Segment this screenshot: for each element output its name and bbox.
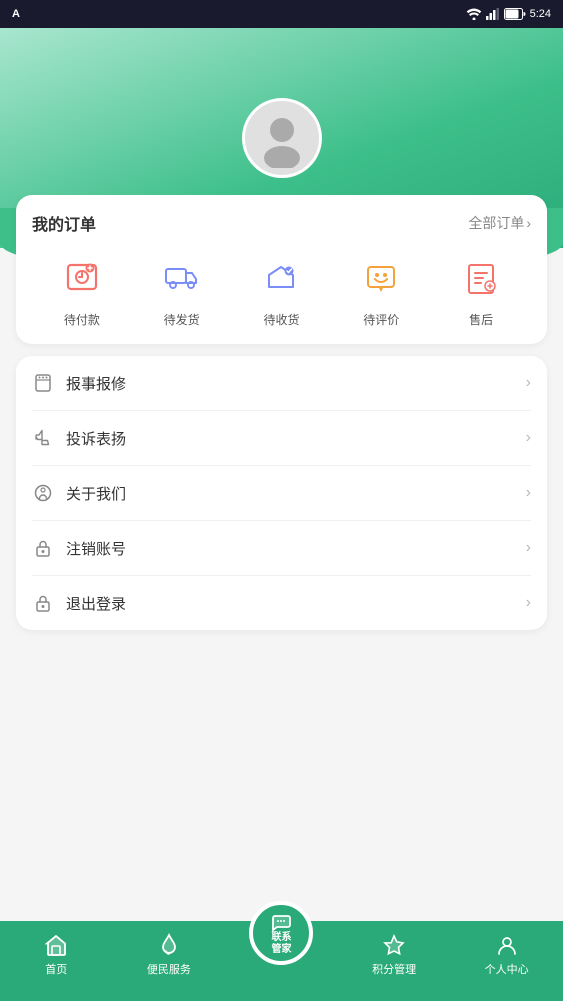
order-item-after-sale[interactable]: 售后 <box>455 251 507 328</box>
profile-label: 个人中心 <box>485 961 529 977</box>
menu-item-logout[interactable]: 退出登录 › <box>32 576 531 630</box>
chevron-logout: › <box>526 594 531 612</box>
chevron-about-us: › <box>526 484 531 502</box>
menu-card: 报事报修 › 投诉表扬 › <box>16 356 547 630</box>
battery-icon <box>504 8 526 20</box>
order-card: 我的订单 全部订单 › 待付款 <box>16 195 547 344</box>
chevron-complaint-praise: › <box>526 429 531 447</box>
pending-pay-icon <box>56 251 108 303</box>
status-bar: A 5:24 <box>0 0 563 28</box>
points-icon <box>382 933 406 957</box>
contact-manager-circle: 联系管家 <box>249 901 313 965</box>
signal-icon <box>486 8 500 20</box>
avatar-image <box>252 108 312 168</box>
nav-profile[interactable]: 个人中心 <box>450 929 563 977</box>
report-repair-icon <box>32 372 54 394</box>
convenience-icon <box>157 933 181 957</box>
about-us-label: 关于我们 <box>66 483 126 504</box>
avatar[interactable] <box>242 98 322 178</box>
about-us-icon <box>32 482 54 504</box>
menu-item-about-us[interactable]: 关于我们 › <box>32 466 531 521</box>
report-repair-label: 报事报修 <box>66 373 126 394</box>
menu-item-complaint-praise[interactable]: 投诉表扬 › <box>32 411 531 466</box>
order-header: 我的订单 全部订单 › <box>32 211 531 235</box>
bottom-nav: 首页 便民服务 联系管家 积分管理 <box>0 921 563 1001</box>
home-label: 首页 <box>45 961 67 977</box>
pending-receive-label: 待收货 <box>263 311 299 328</box>
order-icons-row: 待付款 待发货 <box>32 251 531 328</box>
logout-label: 退出登录 <box>66 593 126 614</box>
profile-icon <box>495 933 519 957</box>
pending-receive-icon <box>255 251 307 303</box>
main-content: 我的订单 全部订单 › 待付款 <box>0 195 563 921</box>
order-item-pending-ship[interactable]: 待发货 <box>156 251 208 328</box>
pending-review-label: 待评价 <box>363 311 399 328</box>
contact-label-inner: 联系管家 <box>271 932 291 956</box>
chevron-cancel-account: › <box>526 539 531 557</box>
complaint-praise-label: 投诉表扬 <box>66 428 126 449</box>
pending-review-icon <box>355 251 407 303</box>
menu-item-report-repair[interactable]: 报事报修 › <box>32 356 531 411</box>
avatar-container[interactable] <box>242 98 322 178</box>
after-sale-label: 售后 <box>469 311 493 328</box>
pending-ship-label: 待发货 <box>164 311 200 328</box>
nav-home[interactable]: 首页 <box>0 929 113 977</box>
nav-contact-manager[interactable]: 联系管家 <box>225 929 338 969</box>
wifi-icon <box>466 8 482 20</box>
time-display: 5:24 <box>530 8 551 20</box>
all-orders-link[interactable]: 全部订单 › <box>468 213 531 233</box>
cancel-account-icon <box>32 537 54 559</box>
cancel-account-label: 注销账号 <box>66 538 126 559</box>
after-sale-icon <box>455 251 507 303</box>
app-indicator: A <box>12 8 20 20</box>
chevron-right-icon: › <box>526 215 531 231</box>
chevron-report-repair: › <box>526 374 531 392</box>
nav-convenience[interactable]: 便民服务 <box>113 929 226 977</box>
order-title: 我的订单 <box>32 211 96 235</box>
nav-points[interactable]: 积分管理 <box>338 929 451 977</box>
convenience-label: 便民服务 <box>147 961 191 977</box>
contact-icon <box>270 910 292 932</box>
status-icons: 5:24 <box>466 8 551 20</box>
points-label: 积分管理 <box>372 961 416 977</box>
complaint-praise-icon <box>32 427 54 449</box>
order-item-pending-receive[interactable]: 待收货 <box>255 251 307 328</box>
home-icon <box>44 933 68 957</box>
order-item-pending-pay[interactable]: 待付款 <box>56 251 108 328</box>
order-item-pending-review[interactable]: 待评价 <box>355 251 407 328</box>
pending-pay-label: 待付款 <box>64 311 100 328</box>
pending-ship-icon <box>156 251 208 303</box>
menu-item-cancel-account[interactable]: 注销账号 › <box>32 521 531 576</box>
logout-icon <box>32 592 54 614</box>
